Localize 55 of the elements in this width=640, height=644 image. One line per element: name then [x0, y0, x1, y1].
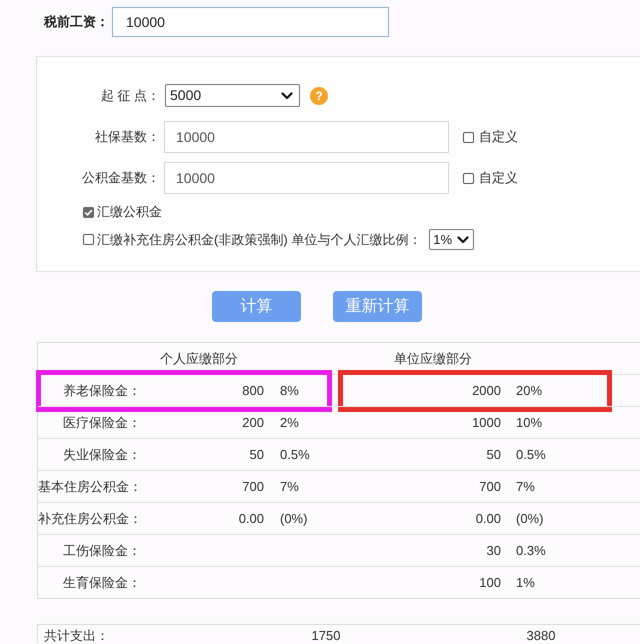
- row-label: 基本住房公积金：: [38, 478, 141, 496]
- column-header: 单位应缴部分: [393, 350, 473, 368]
- table-cell-text: 2%: [280, 414, 299, 432]
- threshold-select[interactable]: 5000: [165, 84, 300, 107]
- table-cell-text: (0%): [280, 510, 308, 528]
- table-cell-text: 1000: [472, 414, 501, 432]
- chevron-down-icon: [281, 92, 293, 100]
- table-cell-text: 0.3%: [516, 542, 546, 560]
- table-cell-text: 50: [250, 446, 264, 464]
- table-cell-text: 3880: [526, 628, 556, 644]
- checkbox-label: 自定义: [479, 128, 518, 146]
- table-cell-text: 7%: [516, 478, 535, 496]
- table-cell-text: 2000: [472, 382, 501, 400]
- column-header: 个人应缴部分: [159, 350, 239, 368]
- row-label: 生育保险金：: [62, 574, 141, 592]
- checkbox[interactable]: [83, 234, 94, 245]
- checkbox[interactable]: [83, 206, 94, 218]
- field-label: 公积金基数：: [81, 169, 160, 188]
- table-cell-text: 100: [479, 574, 501, 592]
- table-cell-text: 1%: [516, 574, 535, 592]
- row-label: 工伤保险金：: [62, 542, 141, 560]
- input-field[interactable]: 10000: [164, 162, 449, 194]
- table-cell-text: 1750: [310, 628, 342, 644]
- table-cell-text: 20%: [516, 382, 542, 400]
- table-cell-text: 7%: [280, 478, 299, 496]
- input-field[interactable]: 10000: [164, 121, 449, 153]
- table-cell-text: 0.00: [476, 510, 501, 528]
- row-label: 养老保险金：: [62, 382, 141, 400]
- table-cell-text: 700: [479, 478, 501, 496]
- table-cell-text: 0.00: [238, 510, 264, 528]
- table-cell-text: 700: [242, 478, 264, 496]
- table-cell-text: 0.5%: [516, 446, 546, 464]
- row-label: 医疗保险金：: [62, 414, 141, 432]
- table-cell-text: 800: [242, 382, 264, 400]
- checkbox-label: 汇缴公积金: [97, 203, 162, 222]
- table-cell-text: 50: [486, 446, 501, 464]
- checkbox[interactable]: [463, 132, 474, 142]
- row-label: 共计支出：: [43, 628, 110, 644]
- field-label: 起 征 点：: [100, 86, 160, 105]
- table-cell-text: 8%: [280, 382, 299, 400]
- checkbox-label: 自定义: [479, 169, 518, 188]
- table-cell-text: 30: [486, 542, 501, 560]
- ratio-select[interactable]: 1%: [429, 229, 474, 250]
- table-cell-text: (0%): [516, 510, 544, 528]
- chevron-down-icon: [457, 236, 470, 244]
- table-cell-text: 200: [242, 414, 264, 432]
- salary-input[interactable]: 10000: [112, 7, 389, 37]
- checkbox-label: 汇缴补充住房公积金(非政策强制) 单位与个人汇缴比例：: [97, 230, 422, 249]
- field-label: 税前工资：: [44, 13, 110, 32]
- row-label: 失业保险金：: [62, 446, 141, 464]
- row-label: 补充住房公积金：: [38, 510, 141, 528]
- checkbox[interactable]: [463, 172, 474, 184]
- table-cell-text: 0.5%: [280, 446, 310, 464]
- table-cell-text: 10%: [516, 414, 542, 432]
- field-label: 社保基数：: [94, 128, 160, 146]
